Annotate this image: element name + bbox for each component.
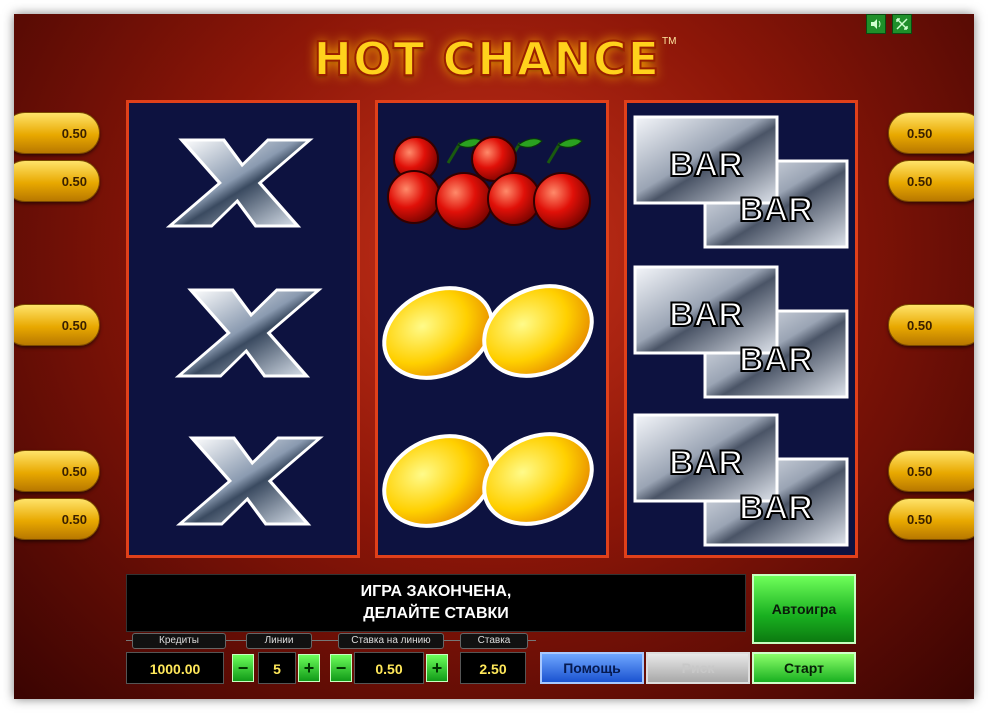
x-symbol — [174, 288, 323, 378]
bet-label: Ставка — [460, 633, 528, 649]
cherries-symbol — [387, 136, 591, 230]
bet-per-line-value: 0.50 — [354, 652, 424, 684]
bar-text: BAR — [739, 489, 813, 527]
status-message-line2: ДЕЛАЙТЕ СТАВКИ — [363, 605, 509, 622]
start-button[interactable]: Старт — [752, 652, 856, 684]
payline-right-2: 0.50 — [888, 160, 974, 202]
game-frame: HOT CHANCE TM 0.50 0.50 0.50 0.50 0.50 0.… — [14, 14, 974, 699]
payline-right-5: 0.50 — [888, 498, 974, 540]
bar-text: BAR — [739, 341, 813, 379]
credits-label: Кредиты — [132, 633, 226, 649]
payline-right-1: 0.50 — [888, 112, 974, 154]
game-title: HOT CHANCE TM — [14, 31, 974, 87]
bar-symbol: BAR BAR — [633, 265, 849, 399]
reel-2 — [375, 100, 609, 558]
lines-value: 5 — [258, 652, 296, 684]
lines-minus-button[interactable]: − — [232, 654, 254, 682]
bet-per-line-plus-button[interactable]: + — [426, 654, 448, 682]
reel-1 — [126, 100, 360, 558]
bet-value: 2.50 — [460, 652, 526, 684]
credits-value: 1000.00 — [126, 652, 224, 684]
risk-button[interactable]: Риск — [646, 652, 750, 684]
game-title-text: HOT CHANCE — [313, 31, 661, 87]
reel-3: BAR BAR BAR BAR BAR BAR — [624, 100, 858, 558]
payline-left-3: 0.50 — [14, 304, 100, 346]
lemons-symbol — [382, 284, 594, 380]
payline-right-4: 0.50 — [888, 450, 974, 492]
bar-symbol: BAR BAR — [633, 413, 849, 547]
fullscreen-icon[interactable] — [892, 14, 912, 34]
bet-per-line-label: Ставка на линию — [338, 633, 444, 649]
status-message-line1: ИГРА ЗАКОНЧЕНА, — [360, 583, 512, 600]
bar-text: BAR — [669, 296, 743, 334]
trademark: TM — [662, 36, 677, 47]
payline-left-4: 0.50 — [14, 450, 100, 492]
speaker-icon[interactable] — [866, 14, 886, 34]
bet-per-line-minus-button[interactable]: − — [330, 654, 352, 682]
status-message: ИГРА ЗАКОНЧЕНА, ДЕЛАЙТЕ СТАВКИ — [126, 574, 746, 632]
lines-label: Линии — [246, 633, 312, 649]
payline-left-5: 0.50 — [14, 498, 100, 540]
lines-plus-button[interactable]: + — [298, 654, 320, 682]
x-symbol — [165, 138, 314, 228]
payline-right-3: 0.50 — [888, 304, 974, 346]
bar-text: BAR — [669, 444, 743, 482]
x-symbol — [175, 436, 324, 526]
payline-left-1: 0.50 — [14, 112, 100, 154]
lemons-symbol — [382, 432, 594, 528]
autoplay-button[interactable]: Автоигра — [752, 574, 856, 644]
bar-symbol: BAR BAR — [633, 115, 849, 249]
help-button[interactable]: Помощь — [540, 652, 644, 684]
payline-left-2: 0.50 — [14, 160, 100, 202]
bar-text: BAR — [739, 191, 813, 229]
bar-text: BAR — [669, 146, 743, 184]
